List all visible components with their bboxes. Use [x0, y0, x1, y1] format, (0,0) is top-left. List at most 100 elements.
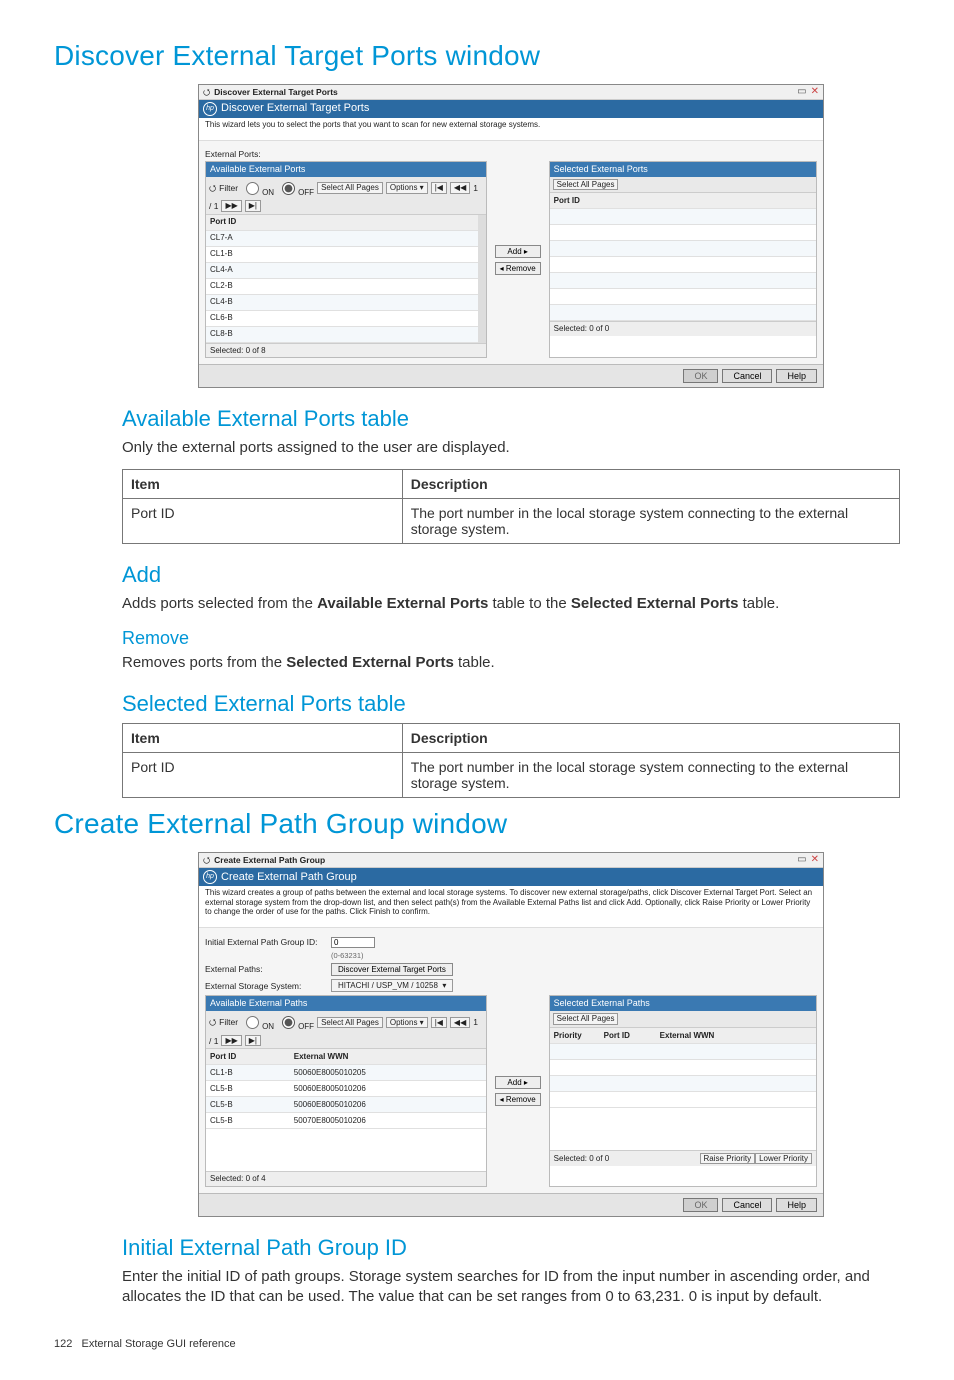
lower-priority-button[interactable]: Lower Priority [755, 1153, 812, 1165]
td-description: The port number in the local storage sys… [402, 498, 899, 543]
grid-cell: CL2-B [206, 278, 478, 294]
page-total: / 1 [209, 201, 218, 211]
selected-ports-doc-table: Item Description Port ID The port number… [122, 723, 900, 798]
filter-off-radio[interactable] [282, 1016, 295, 1029]
heading-create-path-group-window: Create External Path Group window [54, 808, 900, 840]
nav-prev-button[interactable]: ◀◀ [450, 1017, 470, 1029]
dialog-help-text: This wizard creates a group of paths bet… [199, 886, 823, 928]
hp-logo-icon: hp [203, 870, 217, 884]
remove-button[interactable]: ◂ Remove [495, 262, 541, 275]
filter-label: Filter [219, 183, 238, 193]
cancel-button[interactable]: Cancel [722, 369, 772, 383]
heading-selected-table: Selected External Ports table [122, 691, 900, 717]
paragraph: Enter the initial ID of path groups. Sto… [122, 1267, 900, 1308]
col-external-wwn: External WWN [290, 1049, 486, 1065]
remove-button[interactable]: ◂ Remove [495, 1093, 541, 1106]
minimize-icon[interactable]: ▭ [797, 86, 806, 98]
close-icon[interactable]: ✕ [811, 854, 819, 866]
external-storage-system-select[interactable]: HITACHI / USP_VM / 10258 ▾ [331, 979, 453, 993]
nav-first-button[interactable]: |◀ [431, 1017, 447, 1029]
col-port-id[interactable]: Port ID [550, 193, 816, 209]
add-button[interactable]: Add ▸ [495, 245, 541, 258]
page-current: 1 [473, 1017, 478, 1027]
page-current: 1 [473, 183, 478, 193]
filter-label: Filter [219, 1017, 238, 1027]
available-paths-header: Available External Paths [206, 996, 486, 1011]
available-paths-grid[interactable]: Port IDExternal WWN CL1-B50060E800501020… [206, 1049, 486, 1129]
initial-id-hint: (0-63231) [331, 951, 364, 960]
dialog-help-text: This wizard lets you to select the ports… [199, 118, 823, 141]
filter-on-radio[interactable] [246, 1016, 259, 1029]
paragraph: Removes ports from the Selected External… [122, 653, 900, 673]
dialog-title: Create External Path Group [221, 871, 357, 884]
td-item: Port ID [123, 753, 403, 798]
options-button[interactable]: Options ▾ [386, 1017, 428, 1029]
selected-count: Selected: 0 of 8 [210, 346, 266, 356]
window-title: Discover External Target Ports [214, 87, 338, 97]
available-ports-grid[interactable]: Port ID CL7-A CL1-B CL4-A CL2-B CL4-B CL… [206, 215, 478, 343]
col-priority: Priority [550, 1028, 600, 1044]
heading-add: Add [122, 562, 900, 588]
selected-panel-header: Selected External Ports [550, 162, 816, 177]
select-all-pages-button[interactable]: Select All Pages [317, 1017, 383, 1029]
minimize-icon[interactable]: ▭ [797, 854, 806, 866]
cancel-button[interactable]: Cancel [722, 1198, 772, 1212]
close-icon[interactable]: ✕ [811, 86, 819, 98]
initial-id-input[interactable] [331, 937, 375, 948]
nav-next-button[interactable]: ▶▶ [221, 200, 241, 212]
hp-logo-icon: hp [203, 102, 217, 116]
paragraph: Adds ports selected from the Available E… [122, 594, 900, 614]
selected-count: Selected: 0 of 0 [554, 1154, 610, 1164]
pin-icon[interactable]: ⭯ [209, 183, 216, 193]
external-ports-label: External Ports: [205, 149, 817, 159]
create-external-path-group-window: ⭯ Create External Path Group ▭ ✕ hp Crea… [198, 852, 824, 1217]
nav-next-button[interactable]: ▶▶ [221, 1035, 241, 1047]
external-storage-system-label: External Storage System: [205, 981, 325, 991]
ok-button[interactable]: OK [683, 369, 718, 383]
selected-paths-grid[interactable]: Priority Port ID External WWN [550, 1028, 816, 1108]
help-button[interactable]: Help [776, 1198, 817, 1212]
nav-first-button[interactable]: |◀ [431, 182, 447, 194]
pin-icon[interactable]: ⭯ [203, 87, 210, 97]
filter-off-radio[interactable] [282, 182, 295, 195]
heading-initial-id: Initial External Path Group ID [122, 1235, 900, 1261]
options-button[interactable]: Options ▾ [386, 182, 428, 194]
pin-icon[interactable]: ⭯ [203, 855, 210, 865]
dialog-title: Discover External Target Ports [221, 102, 369, 115]
selected-count: Selected: 0 of 4 [210, 1174, 266, 1184]
initial-id-label: Initial External Path Group ID: [205, 937, 325, 947]
available-panel-header: Available External Ports [206, 162, 486, 177]
td-item: Port ID [123, 498, 403, 543]
grid-cell: CL4-A [206, 262, 478, 278]
nav-last-button[interactable]: ▶| [245, 1035, 261, 1047]
page-total: / 1 [209, 1036, 218, 1046]
th-description: Description [402, 469, 899, 498]
heading-remove: Remove [122, 628, 900, 649]
filter-on-radio[interactable] [246, 182, 259, 195]
col-port-id: Port ID [206, 1049, 290, 1065]
th-description: Description [402, 724, 899, 753]
grid-cell: CL6-B [206, 310, 478, 326]
col-external-wwn: External WWN [656, 1028, 816, 1044]
nav-last-button[interactable]: ▶| [245, 200, 261, 212]
select-all-pages-button[interactable]: Select All Pages [553, 1013, 619, 1025]
grid-cell: CL8-B [206, 326, 478, 342]
col-port-id[interactable]: Port ID [206, 215, 478, 231]
discover-ports-button[interactable]: Discover External Target Ports [331, 963, 453, 976]
selected-ports-grid[interactable]: Port ID [550, 193, 816, 321]
paragraph: Only the external ports assigned to the … [122, 438, 900, 458]
raise-priority-button[interactable]: Raise Priority [700, 1153, 756, 1165]
discover-external-target-ports-window: ⭯ Discover External Target Ports ▭ ✕ hp … [198, 84, 824, 388]
scrollbar[interactable] [478, 215, 486, 343]
pin-icon[interactable]: ⭯ [209, 1017, 216, 1027]
select-all-pages-button[interactable]: Select All Pages [553, 179, 619, 191]
select-all-pages-button[interactable]: Select All Pages [317, 182, 383, 194]
th-item: Item [123, 469, 403, 498]
selected-paths-header: Selected External Paths [550, 996, 816, 1011]
add-button[interactable]: Add ▸ [495, 1076, 541, 1089]
nav-prev-button[interactable]: ◀◀ [450, 182, 470, 194]
td-description: The port number in the local storage sys… [402, 753, 899, 798]
help-button[interactable]: Help [776, 369, 817, 383]
ok-button[interactable]: OK [683, 1198, 718, 1212]
grid-cell: CL4-B [206, 294, 478, 310]
